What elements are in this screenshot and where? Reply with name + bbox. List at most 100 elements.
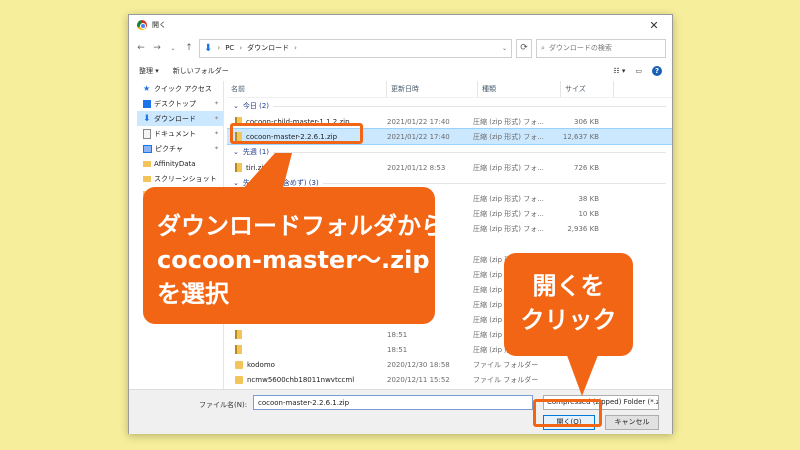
address-row: ← → ⌄ ↑ ⬇ › PC › ダウンロード › ⌄ ⟳ ⌕ ダウンロードの検… [129,35,672,61]
preview-pane-icon[interactable]: ▭ [635,67,642,75]
callout-left-line-2: cocoon-master～.zip [157,246,430,274]
file-date: 2021/01/22 17:40 [387,132,450,141]
file-type: 圧縮 (zip 形式) フォ... [473,224,544,233]
file-size: 38 KB [578,194,599,203]
breadcrumb-separator-icon: › [217,44,221,52]
file-type: ファイル フォルダー [473,375,539,384]
file-date: 2020/12/11 15:52 [387,375,450,384]
refresh-icon[interactable]: ⟳ [516,38,532,58]
nav-item-label: ドキュメント [154,129,196,138]
folder-icon [235,375,243,384]
breadcrumb-pc[interactable]: PC [225,44,234,52]
file-date: 18:51 [387,330,408,339]
file-name-cell [227,330,387,339]
command-bar: 整理 ▾ 新しいフォルダー ☷ ▾ ▭ ? [129,61,672,81]
nav-item[interactable]: ドキュメント ✦ [137,126,223,141]
callout-click-open: 開くを クリック [504,253,633,356]
group-divider [322,182,666,184]
nav-item-label: ダウンロード [154,114,196,123]
file-type: 圧縮 (zip 形式) フォ... [473,132,544,141]
recent-dropdown-icon[interactable]: ⌄ [167,45,179,52]
up-arrow-icon[interactable]: ↑ [183,43,195,53]
nav-item-label: ピクチャ [155,144,183,153]
new-folder-button[interactable]: 新しいフォルダー [173,66,229,76]
folder-icon [143,160,151,167]
picture-icon [143,144,152,153]
file-name: kodomo [247,360,275,369]
nav-item-label: スクリーンショット [154,174,217,183]
star-icon: ★ [143,83,151,93]
folder-icon [143,175,151,182]
organize-button[interactable]: 整理 ▾ [139,66,159,76]
callout-left-line-3: を選択 [157,280,229,308]
callout-right-tail [565,350,600,396]
file-type: 圧縮 (zip 形式) フォ... [473,163,544,172]
breadcrumb-separator-icon: › [294,44,297,52]
file-size: 12,637 KB [562,132,599,141]
file-type: 圧縮 (zip 形式) フォ... [473,209,544,218]
group-divider [273,151,666,153]
column-date[interactable]: 更新日時 [387,81,478,97]
column-type[interactable]: 種類 [478,81,561,97]
nav-item-label: AffinityData [154,159,196,168]
file-name-cell [227,345,387,354]
selected-file-highlight [230,123,363,144]
nav-item-label: デスクトップ [154,99,196,108]
pin-icon: ✦ [213,130,219,137]
nav-item[interactable]: ピクチャ ✦ [137,141,223,156]
nav-item[interactable]: ★ クイック アクセス [137,81,223,96]
group-divider [273,105,666,107]
zip-folder-icon [235,345,242,354]
file-date: 2021/01/22 17:40 [387,117,450,126]
cancel-button[interactable]: キャンセル [605,415,659,430]
help-icon[interactable]: ? [652,66,662,76]
file-name-cell: ncmw5600chb18011nwvtccml [227,375,387,384]
chevron-down-icon[interactable]: ⌄ [502,45,507,52]
column-name[interactable]: 名前 [227,81,387,97]
file-size: 10 KB [578,209,599,218]
filename-input[interactable]: cocoon-master-2.2.6.1.zip [253,395,533,410]
file-type: 圧縮 (zip 形式) フォ... [473,194,544,203]
file-size: 306 KB [574,117,599,126]
column-headers: 名前 更新日時 種類 サイズ [227,81,672,98]
file-type: ファイル フォルダー [473,360,539,369]
file-date: 2021/01/12 8:53 [387,163,446,172]
group-header[interactable]: ⌄ 今日 (2) [227,98,672,114]
file-size: 726 KB [574,163,599,172]
callout-select-file: ダウンロードフォルダから cocoon-master～.zip を選択 [143,187,445,324]
callout-left-line-1: ダウンロードフォルダから [157,212,445,240]
callout-right-line-1: 開くを [532,272,605,300]
dialog-title: 開く [152,21,166,29]
desktop-icon [143,99,151,108]
chevron-down-icon: ⌄ [233,102,239,110]
forward-arrow-icon[interactable]: → [151,43,163,53]
nav-item[interactable]: ⬇ ダウンロード ✦ [137,111,223,126]
search-box[interactable]: ⌕ ダウンロードの検索 [536,38,666,58]
file-date: 18:51 [387,345,408,354]
close-icon[interactable]: ✕ [636,15,672,35]
nav-item[interactable]: スクリーンショット [137,171,223,186]
back-arrow-icon[interactable]: ← [135,43,147,53]
folder-icon [235,360,243,369]
document-icon [143,128,151,139]
download-icon: ⬇ [143,113,151,124]
title-bar: 開く ✕ [129,15,672,35]
download-location-icon: ⬇ [204,42,213,54]
nav-item[interactable]: AffinityData [137,156,223,171]
column-size[interactable]: サイズ [561,81,614,97]
open-button-highlight [533,399,602,427]
file-date: 2020/12/30 18:58 [387,360,450,369]
address-bar[interactable]: ⬇ › PC › ダウンロード › ⌄ [199,38,512,58]
view-controls: ☷ ▾ ▭ ? [613,66,662,76]
breadcrumb-downloads[interactable]: ダウンロード [247,43,289,53]
pin-icon: ✦ [213,115,219,122]
view-options-icon[interactable]: ☷ ▾ [613,67,625,75]
group-label: 今日 (2) [242,102,270,110]
file-size: 2,936 KB [567,224,599,233]
file-type: 圧縮 (zip 形式) フォ... [473,117,544,126]
zip-folder-icon [235,330,242,339]
pin-icon: ✦ [213,145,219,152]
nav-item[interactable]: デスクトップ ✦ [137,96,223,111]
nav-item-label: クイック アクセス [154,84,212,93]
search-icon: ⌕ [541,43,545,52]
